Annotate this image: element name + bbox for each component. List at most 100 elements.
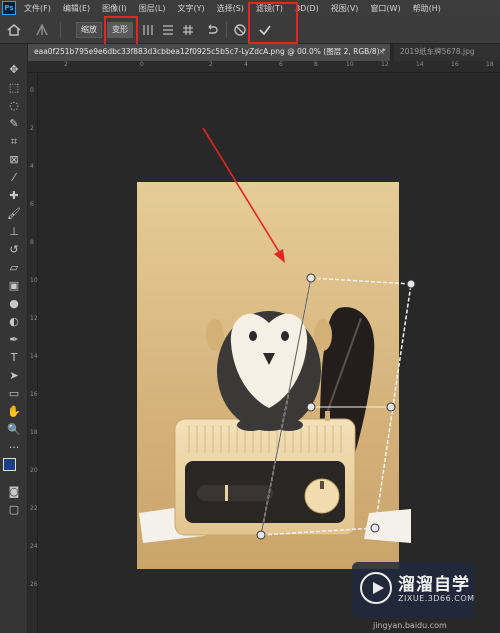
- menu-edit[interactable]: 编辑(E): [63, 3, 90, 14]
- penguin-foot: [275, 419, 303, 431]
- radio-knob-marker: [320, 481, 324, 489]
- ruler-tick: 24: [30, 543, 38, 550]
- document-canvas[interactable]: jingyan.baidu.com: [39, 73, 500, 633]
- tab-label: 2019纸车牌5678.jpg: [400, 47, 475, 56]
- transform-handle-top-left[interactable]: [306, 273, 316, 283]
- pen-tool-icon[interactable]: ✒: [5, 332, 23, 348]
- home-icon[interactable]: [6, 22, 22, 38]
- ruler-tick: 4: [30, 163, 34, 170]
- move-tool-icon[interactable]: ✥: [5, 62, 23, 78]
- close-icon[interactable]: ×: [378, 44, 385, 60]
- separator: [60, 22, 61, 38]
- ruler-tick: 26: [30, 581, 38, 588]
- hand-tool-icon[interactable]: ✋: [5, 404, 23, 420]
- menu-help[interactable]: 帮助(H): [413, 3, 441, 14]
- eyedropper-tool-icon[interactable]: ⁄: [5, 170, 23, 186]
- penguin-foot: [237, 419, 265, 431]
- transform-handle-bottom-left[interactable]: [256, 530, 266, 540]
- healing-tool-icon[interactable]: ✚: [5, 188, 23, 204]
- ruler-tick: 0: [30, 87, 34, 94]
- undo-icon[interactable]: [204, 22, 220, 38]
- ruler-tick: 16: [30, 391, 38, 398]
- watermark-url: ZIXUE.3D66.COM: [398, 594, 475, 603]
- transform-handle-mid-left[interactable]: [306, 402, 316, 412]
- zoom-tool-icon[interactable]: 🔍: [5, 422, 23, 438]
- ruler-horizontal: 2 0 2 4 6 8 10 12 14 16 18: [28, 61, 500, 73]
- ruler-tick: 14: [416, 61, 424, 68]
- watermark-title: 溜溜自学: [398, 575, 470, 595]
- penguin-headphone-right: [314, 319, 332, 351]
- radio-dial-slot: [197, 485, 273, 501]
- penguin-eye-left: [249, 331, 257, 341]
- separator: [226, 22, 227, 38]
- gradient-tool-icon[interactable]: ▣: [5, 278, 23, 294]
- ruler-tick: 8: [314, 61, 318, 68]
- site-watermark: 溜溜自学 ZIXUE.3D66.COM: [352, 562, 474, 618]
- menu-select[interactable]: 选择(S): [217, 3, 244, 14]
- crop-tool-icon[interactable]: ⌗: [5, 134, 23, 150]
- dodge-tool-icon[interactable]: ◐: [5, 314, 23, 330]
- ruler-tick: 6: [279, 61, 283, 68]
- frame-tool-icon[interactable]: ⊠: [5, 152, 23, 168]
- clone-stamp-tool-icon[interactable]: ⊥: [5, 224, 23, 240]
- menu-type[interactable]: 文字(Y): [177, 3, 204, 14]
- tools-panel: ✥ ⬚ ◌ ✎ ⌗ ⊠ ⁄ ✚ 🖌 ⊥ ↺ ▱ ▣ ● ◐ ✒ T ➤ ▭ ✋ …: [0, 44, 28, 633]
- history-brush-tool-icon[interactable]: ↺: [5, 242, 23, 258]
- eraser-tool-icon[interactable]: ▱: [5, 260, 23, 276]
- quick-mask-icon[interactable]: ◙: [5, 484, 23, 500]
- ruler-tick: 10: [346, 61, 354, 68]
- brush-tool-icon[interactable]: 🖌: [5, 206, 23, 222]
- ruler-tick: 6: [30, 201, 34, 208]
- menu-file[interactable]: 文件(F): [24, 3, 51, 14]
- menu-image[interactable]: 图像(I): [102, 3, 127, 14]
- ruler-tick: 4: [244, 61, 248, 68]
- ruler-tick: 18: [30, 429, 38, 436]
- tab-inactive-document[interactable]: 2019纸车牌5678.jpg: [394, 44, 500, 61]
- transform-handle-mid-right[interactable]: [386, 402, 396, 412]
- canvas-artwork: [137, 127, 416, 569]
- ruler-tick: 18: [486, 61, 494, 68]
- photoshop-logo-icon: Ps: [2, 1, 16, 15]
- ruler-tick: 0: [140, 61, 144, 68]
- tab-active-document[interactable]: eaa0f251b795e9e6dbc33f883d3cbbea12f0925c…: [28, 44, 390, 61]
- ruler-tick: 16: [451, 61, 459, 68]
- penguin-headphone-left: [206, 319, 224, 351]
- ruler-tick: 12: [30, 315, 38, 322]
- transform-handle-bottom-right[interactable]: [370, 523, 380, 533]
- ruler-tick: 2: [209, 61, 213, 68]
- marquee-tool-icon[interactable]: ⬚: [5, 80, 23, 96]
- radio-antenna-base: [325, 411, 330, 421]
- menu-window[interactable]: 窗口(W): [370, 3, 400, 14]
- foreground-color-swatch[interactable]: [3, 458, 16, 471]
- lasso-tool-icon[interactable]: ◌: [5, 98, 23, 114]
- ruler-tick: 8: [30, 239, 34, 246]
- quick-select-tool-icon[interactable]: ✎: [5, 116, 23, 132]
- split-vertical-icon[interactable]: [140, 22, 156, 38]
- tab-label: eaa0f251b795e9e6dbc33f883d3cbbea12f0925c…: [34, 47, 386, 56]
- split-cross-icon[interactable]: [180, 22, 196, 38]
- play-logo-icon: [360, 572, 392, 604]
- cancel-icon[interactable]: [232, 22, 248, 38]
- transform-tool-icon[interactable]: [34, 22, 50, 38]
- watermark-footer-url: jingyan.baidu.com: [373, 621, 447, 630]
- foreground-background-colors[interactable]: [2, 452, 26, 482]
- ruler-tick: 10: [30, 277, 38, 284]
- split-horizontal-icon[interactable]: [160, 22, 176, 38]
- penguin-eye-right: [281, 331, 289, 341]
- ruler-tick: 14: [30, 353, 38, 360]
- ruler-tick: 22: [30, 505, 38, 512]
- screen-mode-icon[interactable]: ▢: [5, 502, 23, 518]
- ruler-vertical: 0 2 4 6 8 10 12 14 16 18 20 22 24 26: [28, 73, 38, 633]
- blur-tool-icon[interactable]: ●: [5, 296, 23, 312]
- type-tool-icon[interactable]: T: [5, 350, 23, 366]
- rectangle-tool-icon[interactable]: ▭: [5, 386, 23, 402]
- ruler-tick: 2: [64, 61, 68, 68]
- menu-3d[interactable]: 3D(D): [295, 4, 319, 13]
- menu-layer[interactable]: 图层(L): [139, 3, 166, 14]
- path-select-tool-icon[interactable]: ➤: [5, 368, 23, 384]
- options-bar: 缩放 变形: [0, 2, 500, 60]
- menu-view[interactable]: 视图(V): [331, 3, 359, 14]
- transform-handle-top-right[interactable]: [406, 279, 416, 289]
- ruler-tick: 12: [381, 61, 389, 68]
- normal-mode-button[interactable]: 缩放: [76, 22, 102, 38]
